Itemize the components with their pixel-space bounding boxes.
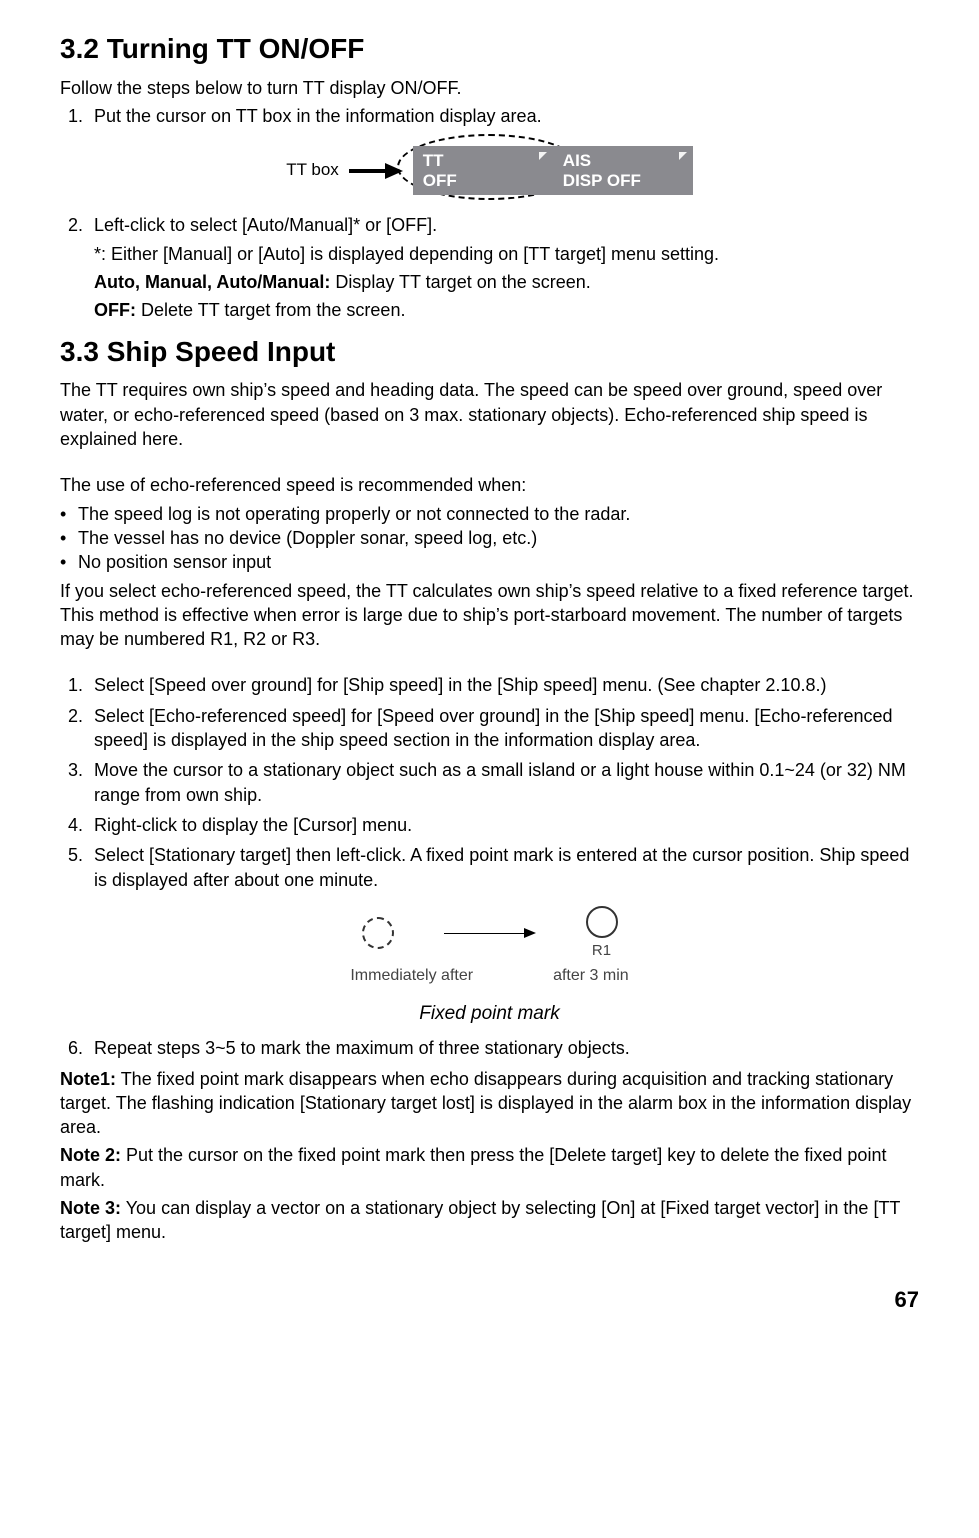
sec33-step5: Select [Stationary target] then left-cli… (88, 843, 919, 892)
section-3-2-heading: 3.2 Turning TT ON/OFF (60, 30, 919, 68)
r1-label: R1 (586, 941, 618, 961)
fig2-caption: Fixed point mark (60, 1001, 919, 1027)
sec33-bullet1: The speed log is not operating properly … (60, 502, 919, 526)
sec32-auto-line: Auto, Manual, Auto/Manual: Display TT ta… (94, 270, 919, 294)
sec33-step3: Move the cursor to a stationary object s… (88, 758, 919, 807)
tt-status-box: TT OFF (413, 146, 553, 195)
sec33-bullet2: The vessel has no device (Doppler sonar,… (60, 526, 919, 550)
arrow-right-icon (349, 163, 403, 179)
note2: Note 2: Put the cursor on the fixed poin… (60, 1143, 919, 1192)
sec33-step1: Select [Speed over ground] for [Ship spe… (88, 673, 919, 697)
sec32-intro: Follow the steps below to turn TT displa… (60, 76, 919, 100)
status-boxes: TT OFF AIS DISP OFF (413, 146, 693, 195)
sec33-bullet3: No position sensor input (60, 550, 919, 574)
fixed-point-figure: R1 Immediately after after 3 min (60, 906, 919, 987)
sec33-step2: Select [Echo-referenced speed] for [Spee… (88, 704, 919, 753)
sec33-step4: Right-click to display the [Cursor] menu… (88, 813, 919, 837)
sec32-step1: Put the cursor on TT box in the informat… (88, 104, 919, 128)
fig2-left-label: Immediately after (350, 965, 473, 987)
note1: Note1: The fixed point mark disappears w… (60, 1067, 919, 1140)
ais-line2: DISP OFF (563, 171, 683, 191)
off-label: OFF: (94, 300, 136, 320)
ais-status-box: AIS DISP OFF (553, 146, 693, 195)
sec33-p3: If you select echo-referenced speed, the… (60, 579, 919, 652)
note2-label: Note 2: (60, 1145, 121, 1165)
dashed-circle-icon (362, 917, 394, 949)
solid-circle-icon (586, 906, 618, 938)
note3: Note 3: You can display a vector on a st… (60, 1196, 919, 1245)
sec33-p2: The use of echo-referenced speed is reco… (60, 473, 919, 497)
fig2-right-label: after 3 min (553, 965, 629, 987)
sec32-off-line: OFF: Delete TT target from the screen. (94, 298, 919, 322)
sec32-step2: Left-click to select [Auto/Manual]* or [… (88, 213, 919, 322)
corner-icon (679, 152, 687, 160)
tt-line2: OFF (423, 171, 543, 191)
tt-line1: TT (423, 151, 543, 171)
note1-label: Note1: (60, 1069, 116, 1089)
off-text: Delete TT target from the screen. (136, 300, 405, 320)
section-3-3-heading: 3.3 Ship Speed Input (60, 333, 919, 371)
thin-arrow-icon (444, 928, 536, 938)
note2-text: Put the cursor on the fixed point mark t… (60, 1145, 886, 1189)
auto-label: Auto, Manual, Auto/Manual: (94, 272, 330, 292)
note3-text: You can display a vector on a stationary… (60, 1198, 900, 1242)
note1-text: The fixed point mark disappears when ech… (60, 1069, 911, 1138)
sec32-step2-note: *: Either [Manual] or [Auto] is displaye… (94, 242, 919, 266)
r1-circle-group: R1 (586, 906, 618, 961)
note3-label: Note 3: (60, 1198, 121, 1218)
sec32-step2-text: Left-click to select [Auto/Manual]* or [… (94, 215, 437, 235)
tt-box-figure: TT box TT OFF AIS DISP OFF (60, 146, 919, 195)
sec33-step6: Repeat steps 3~5 to mark the maximum of … (88, 1036, 919, 1060)
tt-box-label: TT box (286, 159, 339, 182)
page-number: 67 (60, 1285, 919, 1315)
sec33-p1: The TT requires own ship’s speed and hea… (60, 378, 919, 451)
ais-line1: AIS (563, 151, 683, 171)
corner-icon (539, 152, 547, 160)
auto-text: Display TT target on the screen. (330, 272, 590, 292)
